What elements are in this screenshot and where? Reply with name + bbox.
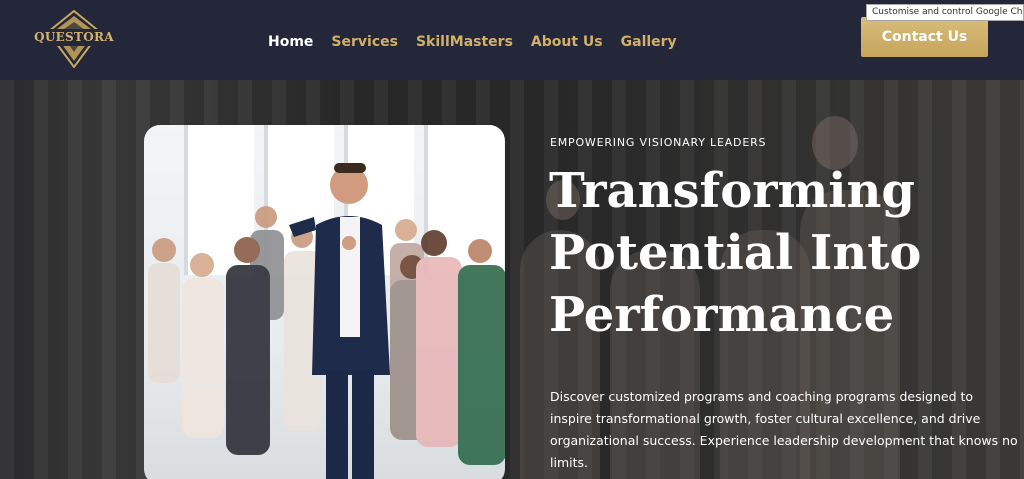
hero-title-line: Potential Into: [549, 225, 922, 281]
main-nav: Home Services SkillMasters About Us Gall…: [268, 34, 677, 50]
group-of-people-illustration: [148, 163, 505, 479]
nav-gallery[interactable]: Gallery: [621, 34, 677, 50]
hero-description-line: inspire transformational growth, foster …: [550, 411, 981, 426]
contact-us-button[interactable]: Contact Us: [861, 17, 988, 57]
hero-eyebrow: EMPOWERING VISIONARY LEADERS: [550, 136, 767, 149]
questora-logo[interactable]: QUESTORA: [34, 10, 114, 68]
hero-title: Transforming Potential Into Performance: [549, 160, 969, 346]
hero-description-line: Discover customized programs and coachin…: [550, 389, 974, 404]
nav-home[interactable]: Home: [268, 34, 313, 50]
nav-skillmasters[interactable]: SkillMasters: [416, 34, 513, 50]
hero-section: EMPOWERING VISIONARY LEADERS Transformin…: [0, 80, 1024, 479]
hero-description-line: limits.: [550, 455, 588, 470]
hero-photo: [144, 125, 505, 479]
site-header: QUESTORA Home Services SkillMasters Abou…: [0, 0, 1024, 80]
hero-title-line: Transforming: [549, 163, 915, 219]
hero-description-line: organizational success. Experience leade…: [550, 433, 1018, 448]
logo-text: QUESTORA: [34, 30, 114, 44]
nav-about-us[interactable]: About Us: [531, 34, 603, 50]
hero-description: Discover customized programs and coachin…: [550, 386, 1024, 474]
hero-title-line: Performance: [549, 287, 895, 343]
nav-services[interactable]: Services: [331, 34, 398, 50]
browser-tooltip: Customise and control Google Chrome: [866, 4, 1024, 21]
